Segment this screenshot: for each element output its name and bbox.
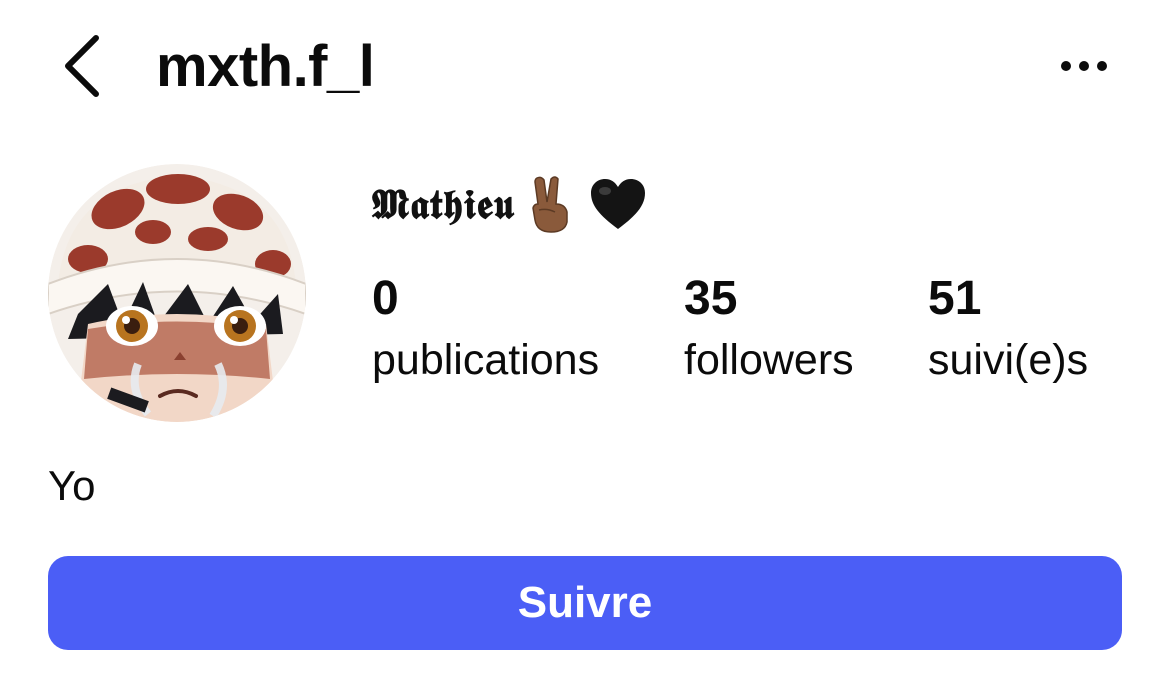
stat-following-label: suivi(e)s [928,336,1089,384]
profile-username: mxth.f_l [156,34,375,99]
stat-followers-value: 35 [684,272,738,325]
stat-following[interactable]: 51 suivi(e)s [928,270,1088,386]
stat-publications-value: 0 [372,272,399,325]
chevron-left-icon [65,35,99,97]
stat-publications[interactable]: 0 publications [372,270,599,386]
ellipsis-horizontal-icon [1061,61,1107,71]
display-name-emojis [525,174,647,234]
avatar-image [48,164,306,422]
stat-publications-label: publications [372,336,600,384]
black-heart-icon [590,179,645,229]
display-name-text: 𝕸𝖆𝖙𝖍𝖎𝖊𝖚 [372,180,515,228]
stat-followers-label: followers [684,336,854,384]
profile-bio: Yo [48,462,96,509]
stat-following-value: 51 [928,272,982,325]
stat-followers[interactable]: 35 followers [684,270,854,386]
back-button[interactable] [52,30,116,102]
profile-display-name: 𝕸𝖆𝖙𝖍𝖎𝖊𝖚 [372,172,647,236]
victory-hand-icon [532,176,568,233]
profile-avatar[interactable] [48,164,306,422]
profile-header: mxth.f_l [0,0,1170,140]
more-options-button[interactable] [1050,44,1122,88]
follow-button[interactable]: Suivre [48,556,1122,650]
